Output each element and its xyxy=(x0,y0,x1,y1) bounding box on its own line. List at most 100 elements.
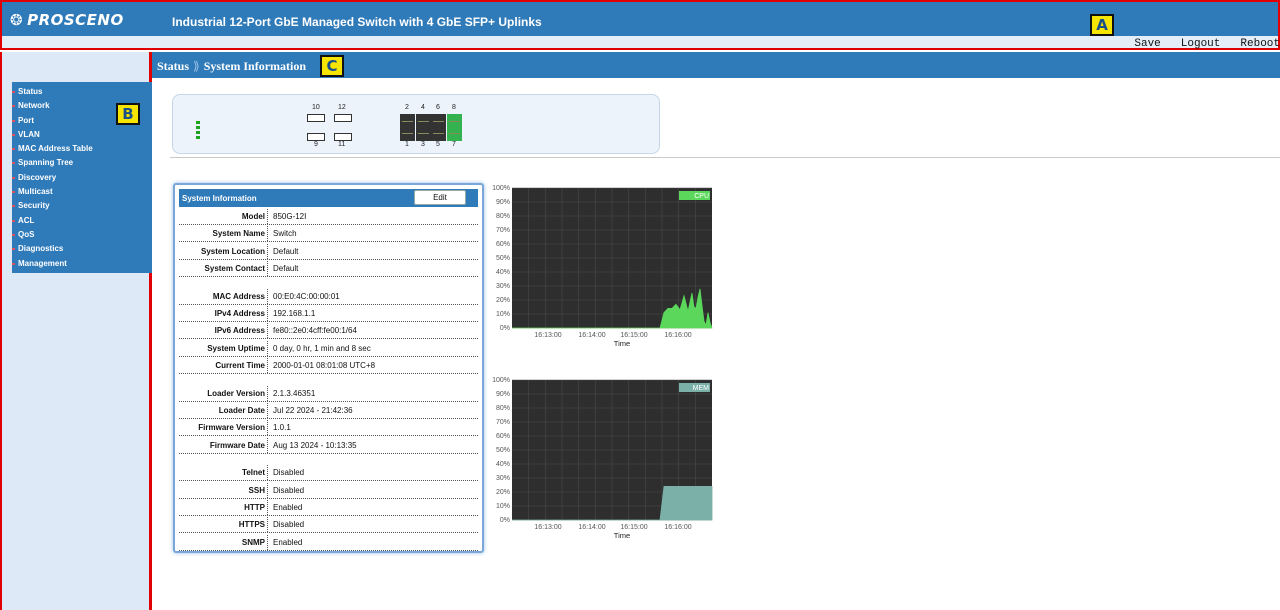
y-tick-label: 10% xyxy=(496,311,510,318)
info-label: Telnet xyxy=(242,468,265,478)
row-divider xyxy=(267,340,268,356)
breadcrumb-bar: Status ⟫ System Information C xyxy=(152,52,1280,78)
save-link[interactable]: Save xyxy=(1134,38,1160,52)
sidebar-item-mac-address-table[interactable]: MAC Address Table xyxy=(12,142,152,156)
row-divider xyxy=(267,500,268,515)
top-header: ❂ PROSCENO Industrial 12-Port GbE Managed… xyxy=(0,0,1280,36)
sidebar-item-status[interactable]: Status xyxy=(12,85,152,99)
logout-link[interactable]: Logout xyxy=(1181,38,1221,52)
port-label: 4 xyxy=(421,104,425,111)
info-label: MAC Address xyxy=(212,291,265,301)
reboot-link[interactable]: Reboot xyxy=(1240,38,1280,52)
info-row: Loader Version 2.1.3.46351 xyxy=(179,385,478,402)
bullet-icon xyxy=(12,191,15,194)
sidebar-item-vlan[interactable]: VLAN xyxy=(12,128,152,142)
sidebar-item-label: Multicast xyxy=(18,187,53,197)
bullet-icon xyxy=(12,248,15,251)
logo-icon: ❂ xyxy=(10,11,24,29)
sfp-port-12[interactable] xyxy=(334,114,352,122)
info-label: SSH xyxy=(248,485,265,495)
bullet-icon xyxy=(12,176,15,179)
row-divider xyxy=(267,306,268,321)
legend-label: MEM xyxy=(693,385,710,392)
annotation-marker-a: A xyxy=(1090,14,1114,36)
status-led-icon xyxy=(196,121,200,124)
info-value: Enabled xyxy=(273,537,303,547)
y-tick-label: 50% xyxy=(496,447,510,454)
y-tick-label: 40% xyxy=(496,269,510,276)
sidebar-item-label: Status xyxy=(18,87,43,96)
info-row: Telnet Disabled xyxy=(179,464,478,482)
card-title: System Information xyxy=(182,194,257,203)
system-info-card: System Information Edit Model 850G-12I Sys… xyxy=(173,183,484,553)
sidebar-item-discovery[interactable]: Discovery xyxy=(12,171,152,185)
rj45-port-3[interactable] xyxy=(416,126,431,141)
info-row: System Name Switch xyxy=(179,225,478,243)
sfp-port-11[interactable] xyxy=(334,133,352,141)
status-led-icon xyxy=(196,126,200,129)
row-divider xyxy=(267,323,268,339)
sidebar-item-label: Management xyxy=(18,258,67,268)
sidebar-item-diagnostics[interactable]: Diagnostics xyxy=(12,242,152,256)
sidebar-item-multicast[interactable]: Multicast xyxy=(12,185,152,199)
breadcrumb: Status ⟫ System Information xyxy=(157,59,306,74)
info-label: System Uptime xyxy=(207,343,265,353)
port-label: 9 xyxy=(314,141,318,148)
row-divider xyxy=(267,465,268,481)
sidebar-item-label: Spanning Tree xyxy=(18,158,74,168)
row-divider xyxy=(267,517,268,533)
info-row: System Contact Default xyxy=(179,260,478,278)
info-value: 850G-12I xyxy=(273,212,307,221)
bullet-icon xyxy=(12,262,15,265)
port-label: 11 xyxy=(338,141,346,148)
info-row: IPv6 Address fe80::2e0:4cff:fe00:1/64 xyxy=(179,322,478,340)
y-tick-label: 0% xyxy=(500,517,510,524)
y-tick-label: 70% xyxy=(496,227,510,234)
x-tick-label: 16:16:00 xyxy=(664,332,691,339)
row-divider xyxy=(267,358,268,374)
logo-text: PROSCENO xyxy=(27,11,124,29)
rj45-port-5[interactable] xyxy=(431,126,446,141)
info-label: System Name xyxy=(212,229,265,239)
sidebar-item-management[interactable]: Management xyxy=(12,257,152,271)
y-tick-label: 0% xyxy=(500,325,510,332)
port-label: 5 xyxy=(436,141,440,148)
sidebar: Status Network Port VLAN MAC Address Table Sp… xyxy=(0,52,152,610)
sidebar-item-spanning-tree[interactable]: Spanning Tree xyxy=(12,156,152,170)
bullet-icon xyxy=(12,105,15,108)
rj45-port-7[interactable] xyxy=(447,126,462,141)
info-label: System Location xyxy=(200,246,265,256)
y-tick-label: 20% xyxy=(496,489,510,496)
x-tick-label: 16:14:00 xyxy=(578,332,605,339)
sidebar-item-qos[interactable]: QoS xyxy=(12,228,152,242)
row-divider xyxy=(267,243,268,259)
bullet-icon xyxy=(12,119,15,122)
info-value: 192.168.1.1 xyxy=(273,309,316,318)
sidebar-item-security[interactable]: Security xyxy=(12,199,152,213)
breadcrumb-parent[interactable]: Status xyxy=(157,59,189,73)
x-tick-label: 16:13:00 xyxy=(534,332,561,339)
sidebar-item-acl[interactable]: ACL xyxy=(12,214,152,228)
info-row: SNMP Enabled xyxy=(179,534,478,551)
sfp-port-9[interactable] xyxy=(307,133,325,141)
port-label: 1 xyxy=(405,141,409,148)
legend-label: CPU xyxy=(694,193,709,200)
info-row: Model 850G-12I xyxy=(179,208,478,225)
x-tick-label: 16:15:00 xyxy=(620,332,647,339)
x-axis-label: Time xyxy=(614,339,630,348)
info-label: Model xyxy=(241,212,265,221)
info-label: Current Time xyxy=(215,361,265,371)
sidebar-item-label: ACL xyxy=(18,215,35,225)
info-row: MAC Address 00:E0:4C:00:00:01 xyxy=(179,288,478,305)
sidebar-item-label: Security xyxy=(18,201,50,211)
breadcrumb-current: System Information xyxy=(203,59,307,73)
info-row: Loader Date Jul 22 2024 - 21:42:36 xyxy=(179,402,478,419)
info-value: Default xyxy=(273,246,299,256)
row-divider xyxy=(267,226,268,242)
sfp-port-10[interactable] xyxy=(307,114,325,122)
row-divider xyxy=(267,534,268,550)
info-value: Aug 13 2024 - 10:13:35 xyxy=(273,440,357,450)
edit-button[interactable]: Edit xyxy=(414,190,466,205)
rj45-port-1[interactable] xyxy=(400,126,415,141)
port-label: 6 xyxy=(436,104,440,111)
